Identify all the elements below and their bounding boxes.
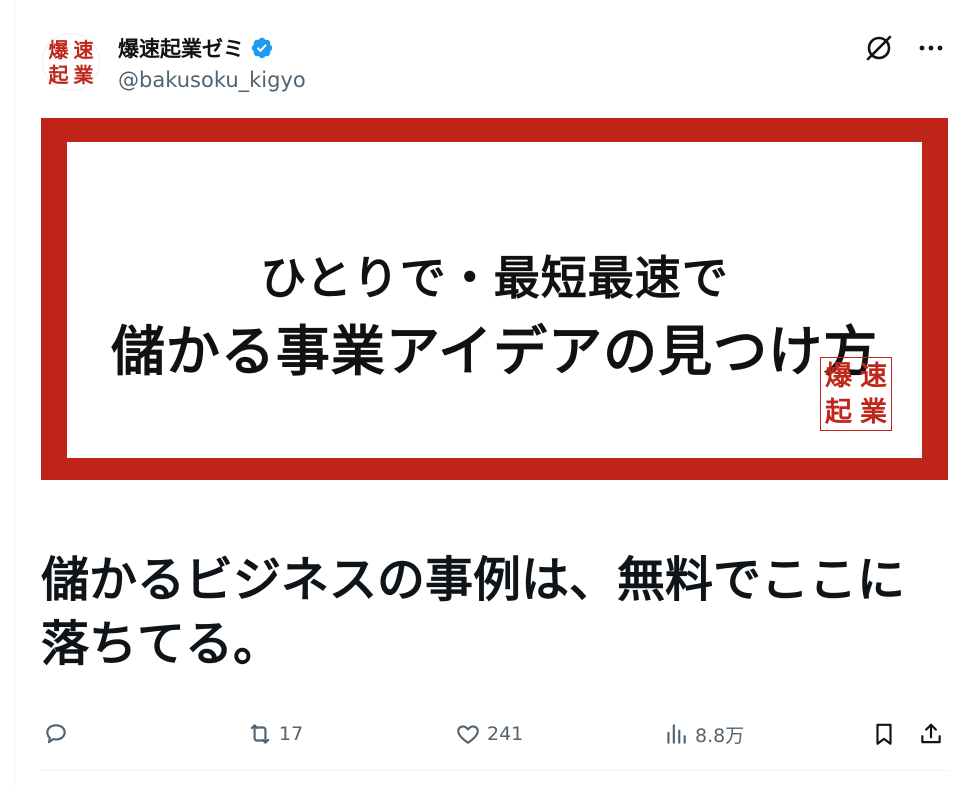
tweet-text: 儲かるビジネスの事例は、無料でここに落ちてる。 [41,552,906,672]
author-name-row[interactable]: 爆速起業ゼミ [118,33,274,63]
like-button[interactable]: 241 [455,716,523,752]
retweet-icon [250,724,270,744]
bookmark-icon [876,723,892,745]
banner-seal-logo: 爆速 起業 [820,357,892,431]
share-button[interactable] [918,716,944,752]
banner-line-1: ひとりで・最短最速で [260,251,729,305]
bookmark-button[interactable] [871,716,897,752]
banner-line-2: 儲かる事業アイデアの見つけ方 [110,320,879,383]
tweet-action-bar: 17 241 8.8万 [41,716,948,752]
reply-icon [46,724,66,744]
tweet-header-actions [863,32,947,64]
account-handle[interactable]: @bakusoku_kigyo [118,68,306,92]
like-count: 241 [487,723,524,745]
display-name[interactable]: 爆速起業ゼミ [118,33,244,63]
avatar-seal-logo: 爆速 起業 [48,37,94,87]
banner-inner: ひとりで・最短最速で 儲かる事業アイデアの見つけ方 爆速 起業 [67,142,922,458]
tweet-divider [41,770,948,771]
analytics-icon [667,724,686,744]
reply-button[interactable] [43,716,75,752]
media-image[interactable]: ひとりで・最短最速で 儲かる事業アイデアの見つけ方 爆速 起業 [41,118,948,480]
grok-button[interactable] [863,32,895,64]
retweet-button[interactable]: 17 [247,716,303,752]
more-options-button[interactable] [915,32,947,64]
verified-badge-icon [251,37,273,59]
timeline-border [14,0,15,786]
views-button[interactable]: 8.8万 [663,716,744,752]
more-icon [919,45,943,51]
avatar[interactable]: 爆速 起業 [42,33,100,91]
heart-icon [457,725,479,744]
share-icon [921,723,941,744]
view-count: 8.8万 [695,724,745,747]
retweet-count: 17 [279,723,304,745]
grok-icon [866,35,892,61]
